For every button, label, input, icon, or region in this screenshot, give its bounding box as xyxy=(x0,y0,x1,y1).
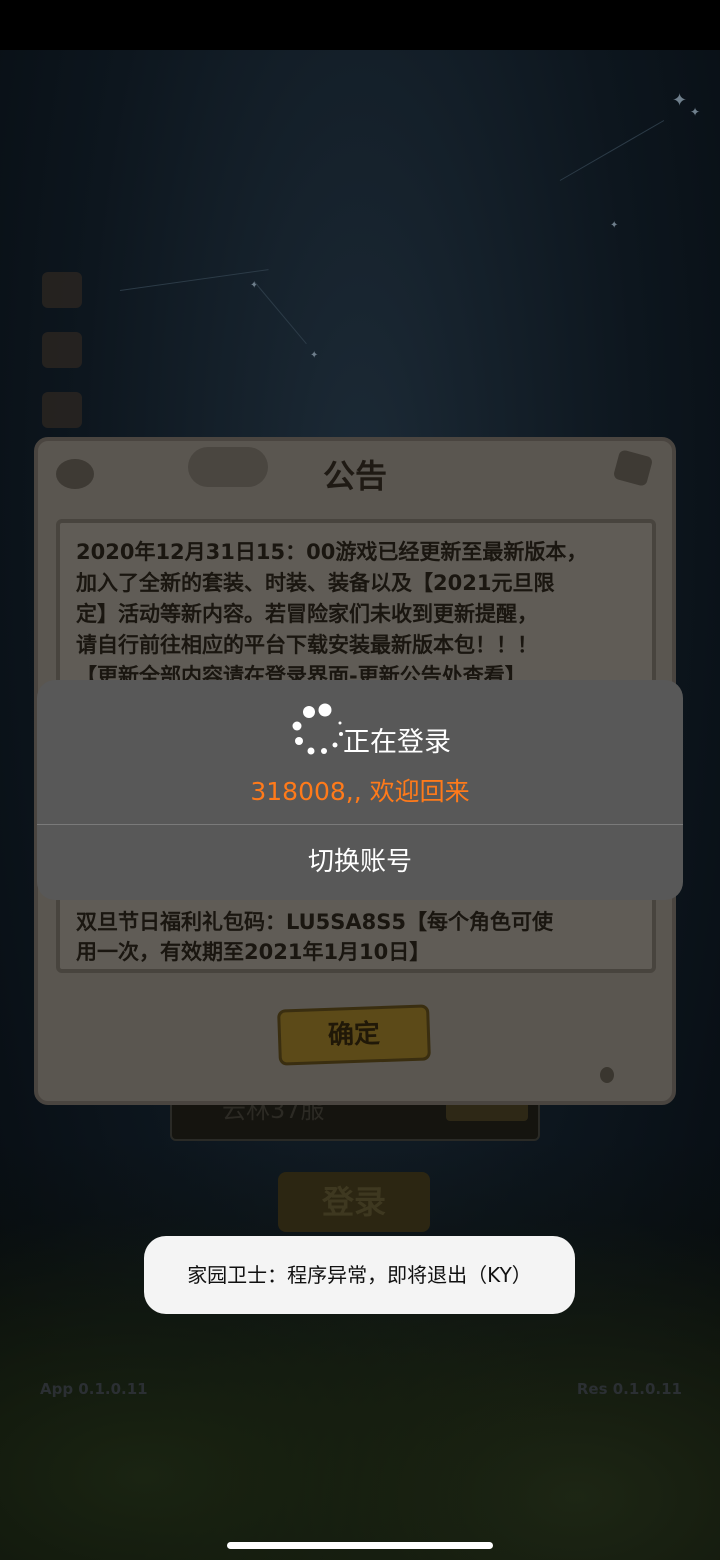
announcement-body: 2020年12月31日15：00游戏已经更新至最新版本， 加入了全新的套装、时装… xyxy=(76,540,588,688)
confirm-button[interactable]: 确定 xyxy=(277,1004,431,1066)
star-icon: ✦ xyxy=(610,220,619,231)
constellation-line xyxy=(559,120,665,181)
star-icon: ✦ xyxy=(310,350,319,361)
res-version: Res 0.1.0.11 xyxy=(576,1380,682,1398)
home-indicator[interactable] xyxy=(227,1542,493,1549)
switch-account-button[interactable]: 切换账号 xyxy=(37,825,683,900)
background-login-button: 登录 xyxy=(278,1172,430,1232)
constellation-line xyxy=(119,269,269,291)
loading-spinner-icon xyxy=(292,703,343,755)
welcome-text: 318008,, 欢迎回来 xyxy=(250,777,470,806)
rivet-decoration xyxy=(600,1067,614,1083)
side-menu-icon xyxy=(42,272,82,308)
announcement-title: 公告 xyxy=(322,457,387,495)
side-menu-icon xyxy=(42,392,82,428)
star-icon: ✦ xyxy=(690,105,701,119)
app-version: App 0.1.0.11 xyxy=(40,1380,148,1398)
toast-message: 家园卫士：程序异常，即将退出（KY） xyxy=(144,1236,575,1314)
side-menu-icon xyxy=(42,332,82,368)
constellation-line xyxy=(254,282,307,345)
login-dialog: 正在登录 318008,, 欢迎回来 切换账号 xyxy=(37,680,683,900)
login-status-text: 正在登录 xyxy=(343,727,451,758)
announcement-gift-code: 双旦节日福利礼包码：LU5SA8S5【每个角色可使 用一次，有效期至2021年1… xyxy=(76,910,554,964)
star-icon: ✦ xyxy=(672,90,688,111)
status-bar xyxy=(0,0,720,50)
